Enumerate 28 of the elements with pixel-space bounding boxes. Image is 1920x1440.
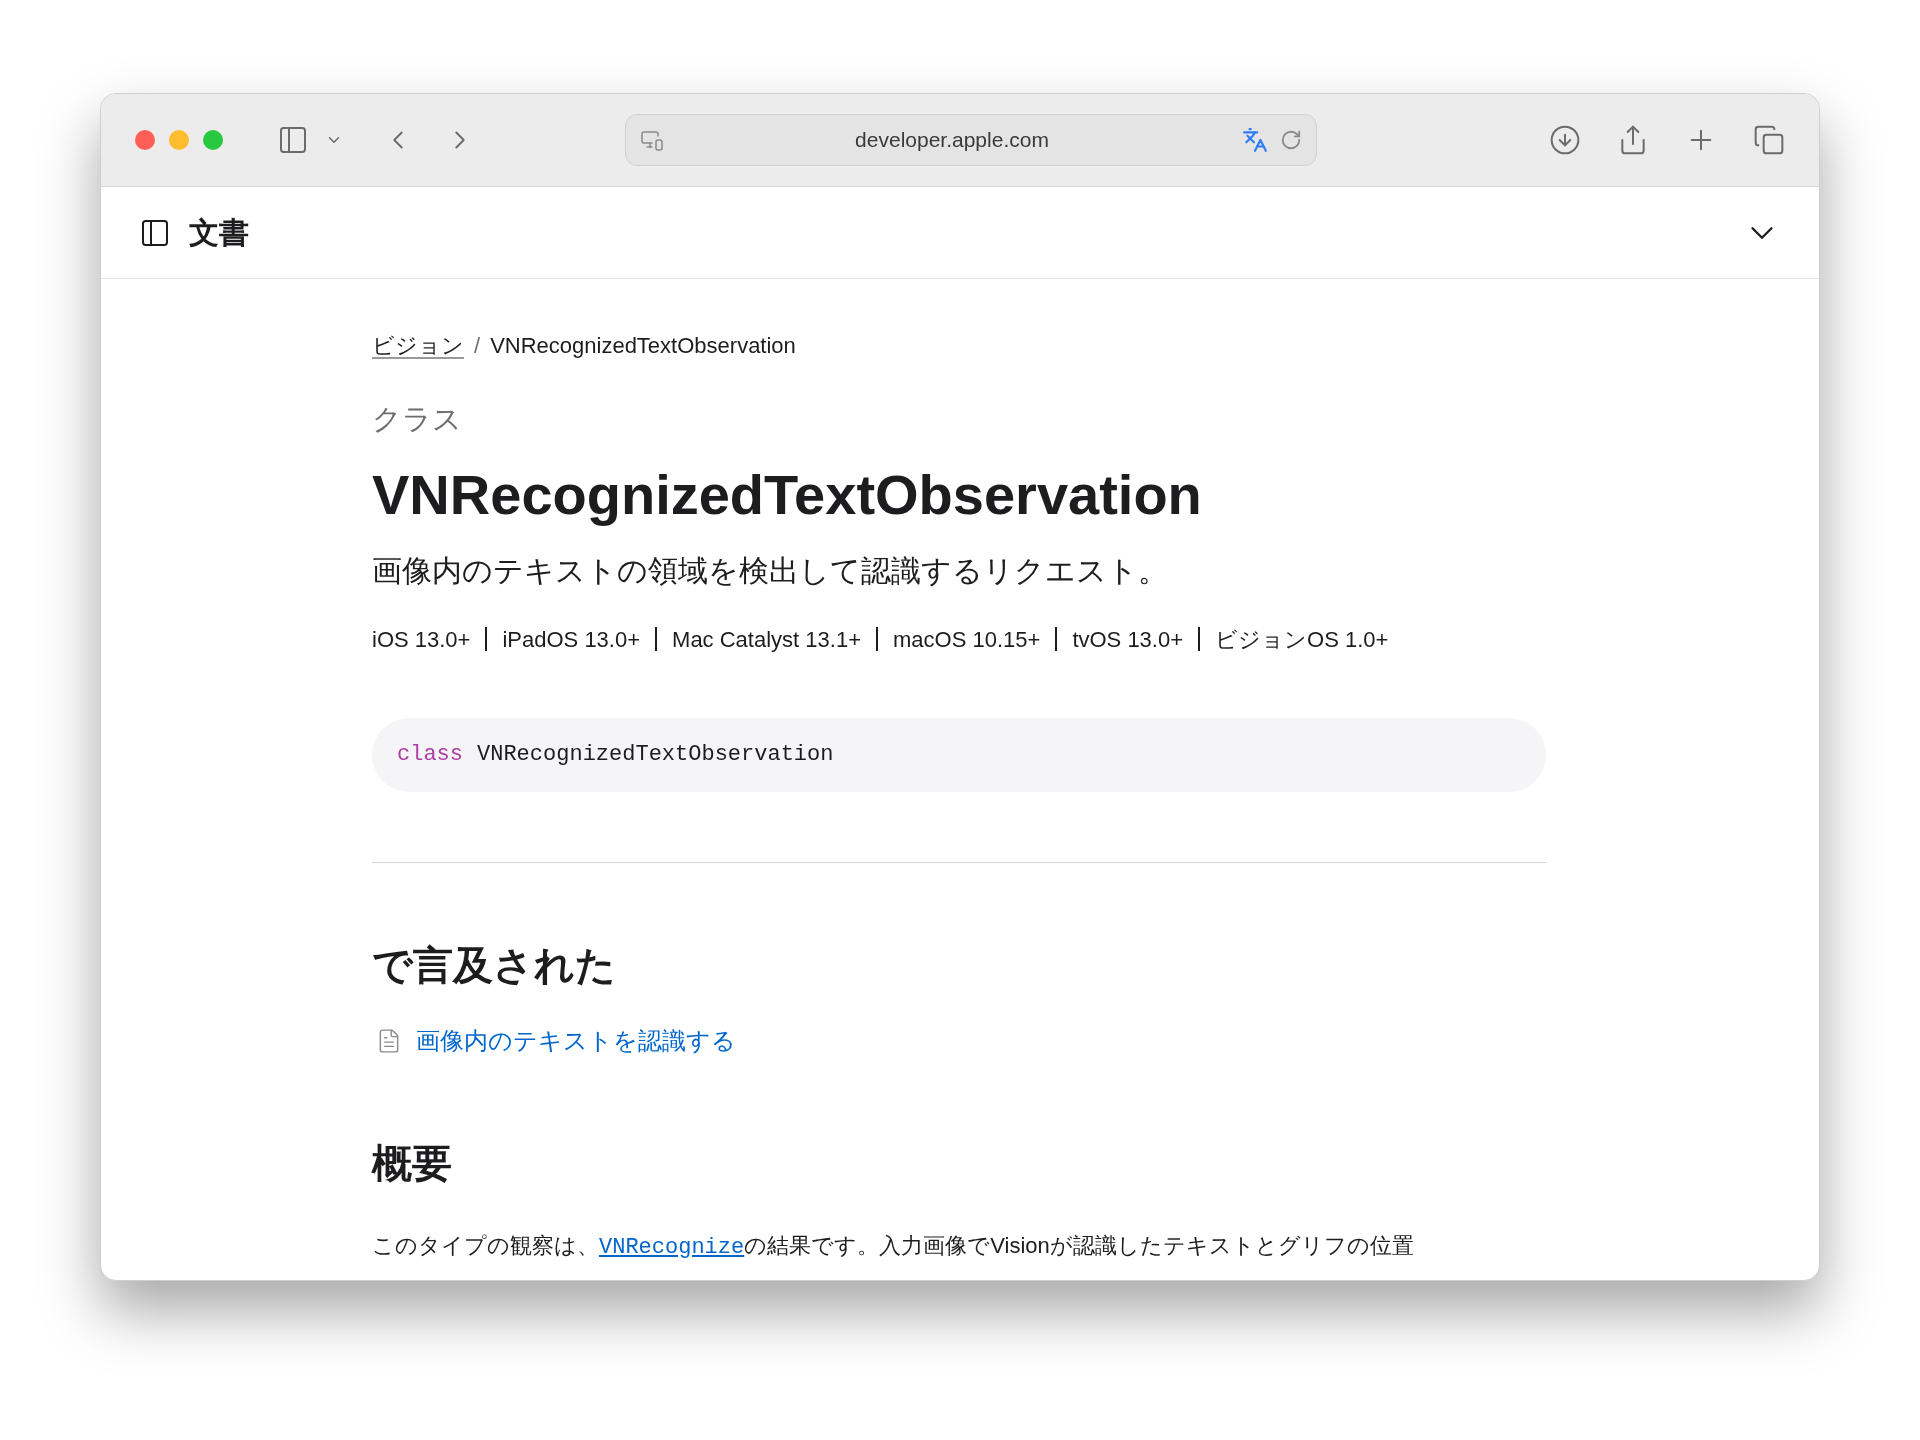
platform-availability: iOS 13.0+ [372, 625, 471, 654]
breadcrumb-link[interactable]: ビジョン [372, 329, 464, 362]
platform-availability: Mac Catalyst 13.1+ [672, 625, 861, 654]
code-type-name: VNRecognizedTextObservation [477, 741, 834, 769]
kind-label: クラス [372, 402, 463, 437]
platform-availability: macOS 10.15+ [893, 625, 1041, 654]
translate-icon[interactable] [1240, 127, 1270, 153]
breadcrumb-current: VNRecognizedTextObservation [490, 332, 796, 360]
page-title: VNRecognizedTextObservation [372, 461, 1203, 528]
abstract-text: 画像内のテキストの領域を検出して認識するリクエスト。 [372, 552, 1169, 589]
overview-paragraph: このタイプの観察は、VNRecognizeの結果です。入力画像でVisionが認識したテキストとグリフの位置 [372, 1231, 1415, 1262]
close-button[interactable] [135, 130, 155, 150]
address-bar[interactable]: developer.apple.com [625, 114, 1317, 166]
platform-availability: ビジョンOS 1.0+ [1215, 625, 1389, 654]
breadcrumb-separator: / [474, 332, 481, 360]
reload-icon[interactable] [1280, 129, 1302, 151]
download-icon[interactable] [1549, 124, 1581, 156]
article-link[interactable]: 画像内のテキストを認識する [416, 1022, 736, 1059]
tabs-overview-icon[interactable] [1753, 124, 1785, 156]
platform-availability: tvOS 13.0+ [1072, 625, 1184, 654]
address-text: developer.apple.com [854, 127, 1050, 154]
section-heading: 概要 [372, 1139, 453, 1187]
page-icon [640, 128, 664, 152]
symbol-link[interactable]: VNRecognize [599, 1234, 745, 1260]
section-heading: で言及された [372, 941, 617, 989]
platform-availability: iPadOS 13.0+ [502, 625, 641, 654]
code-keyword: class [397, 741, 463, 769]
header-title: 文書 [189, 215, 249, 251]
